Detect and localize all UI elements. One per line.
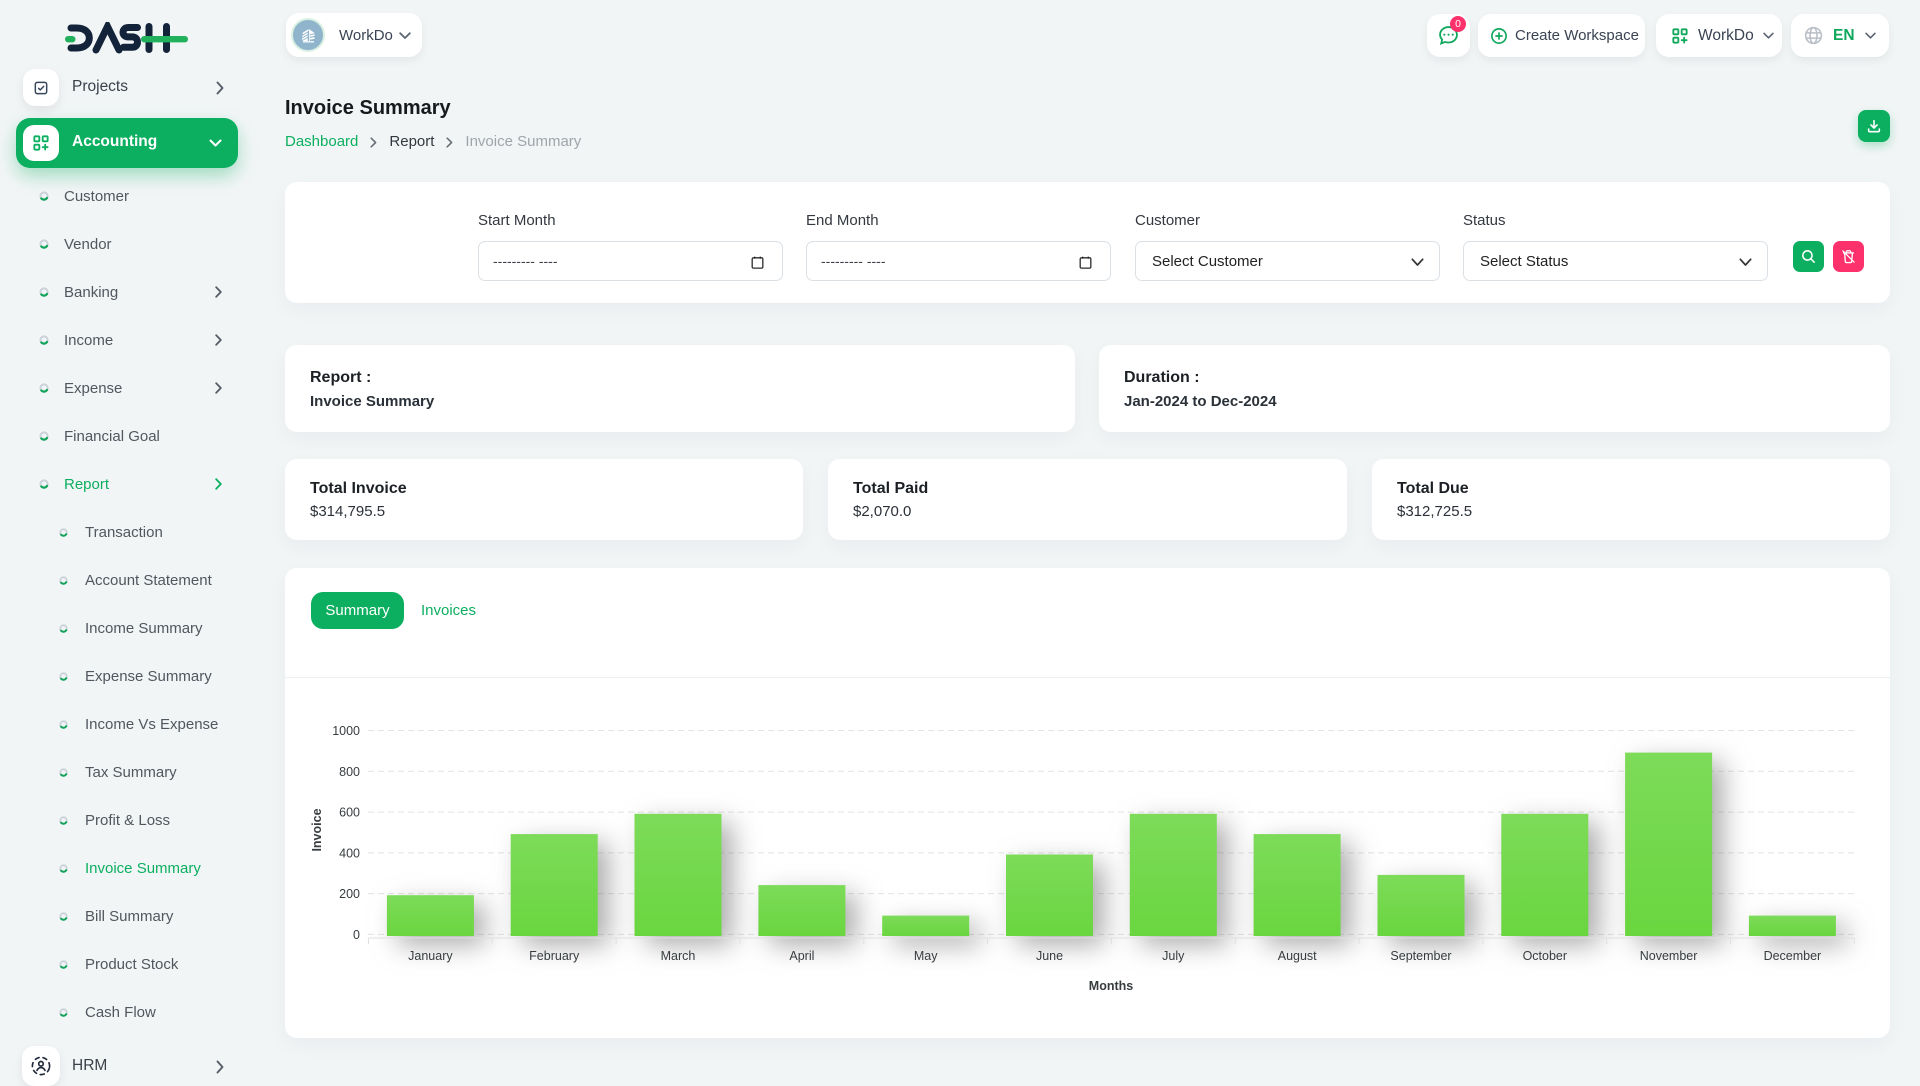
svg-text:February: February (529, 949, 580, 963)
svg-text:800: 800 (339, 765, 360, 779)
svg-text:June: June (1036, 949, 1063, 963)
svg-text:400: 400 (339, 846, 360, 860)
svg-text:September: September (1390, 949, 1451, 963)
svg-text:July: July (1162, 949, 1185, 963)
svg-text:November: November (1640, 949, 1698, 963)
svg-text:1000: 1000 (332, 724, 360, 738)
svg-text:January: January (408, 949, 453, 963)
svg-text:December: December (1764, 949, 1822, 963)
svg-text:Months: Months (1089, 979, 1133, 993)
svg-text:May: May (914, 949, 938, 963)
svg-text:600: 600 (339, 806, 360, 820)
svg-text:Invoice: Invoice (310, 808, 324, 851)
svg-text:200: 200 (339, 887, 360, 901)
svg-text:0: 0 (353, 928, 360, 942)
svg-text:April: April (789, 949, 814, 963)
svg-text:October: October (1523, 949, 1567, 963)
svg-text:March: March (661, 949, 696, 963)
svg-text:August: August (1278, 949, 1317, 963)
